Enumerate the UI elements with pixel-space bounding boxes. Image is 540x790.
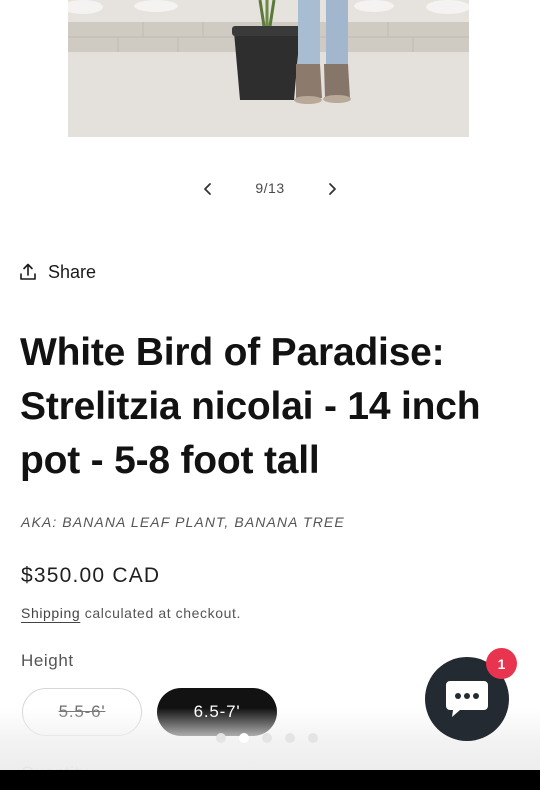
chat-unread-badge: 1 (486, 648, 517, 679)
height-option-5-5-6[interactable]: 5.5-6' (22, 688, 142, 736)
shipping-link[interactable]: Shipping (21, 605, 80, 621)
product-title: White Bird of Paradise: Strelitzia nicol… (20, 331, 481, 482)
share-label: Share (48, 261, 97, 282)
product-price: $350.00 CAD (21, 564, 161, 587)
carousel-dot[interactable] (308, 733, 318, 743)
carousel-dot[interactable] (216, 733, 226, 743)
next-slide-button[interactable] (317, 174, 347, 204)
product-image[interactable] (68, 0, 469, 137)
share-button[interactable]: Share (18, 259, 96, 285)
carousel-dot[interactable] (285, 733, 295, 743)
slide-counter: 9/13 (255, 180, 285, 196)
carousel-dot[interactable] (262, 733, 272, 743)
previous-slide-button[interactable] (193, 174, 223, 204)
system-navigation-bar (0, 770, 540, 790)
gallery-pagination: 9/13 (0, 174, 540, 204)
carousel-dot-active[interactable] (239, 733, 249, 743)
height-label: Height (21, 651, 74, 670)
product-photo-illustration (68, 0, 469, 137)
shipping-note: Shipping calculated at checkout. (21, 605, 241, 621)
share-icon (20, 263, 36, 280)
chevron-left-icon (204, 183, 211, 195)
product-aka: AKA: BANANA LEAF PLANT, BANANA TREE (21, 514, 345, 530)
chat-bubble-icon (446, 681, 488, 717)
shipping-text: calculated at checkout. (80, 605, 242, 621)
chevron-right-icon (329, 183, 336, 195)
product-page: 9/13 Share White Bird of Paradise: Strel… (0, 0, 540, 790)
carousel-dots (216, 733, 318, 743)
height-option-6-5-7[interactable]: 6.5-7' (157, 688, 277, 736)
